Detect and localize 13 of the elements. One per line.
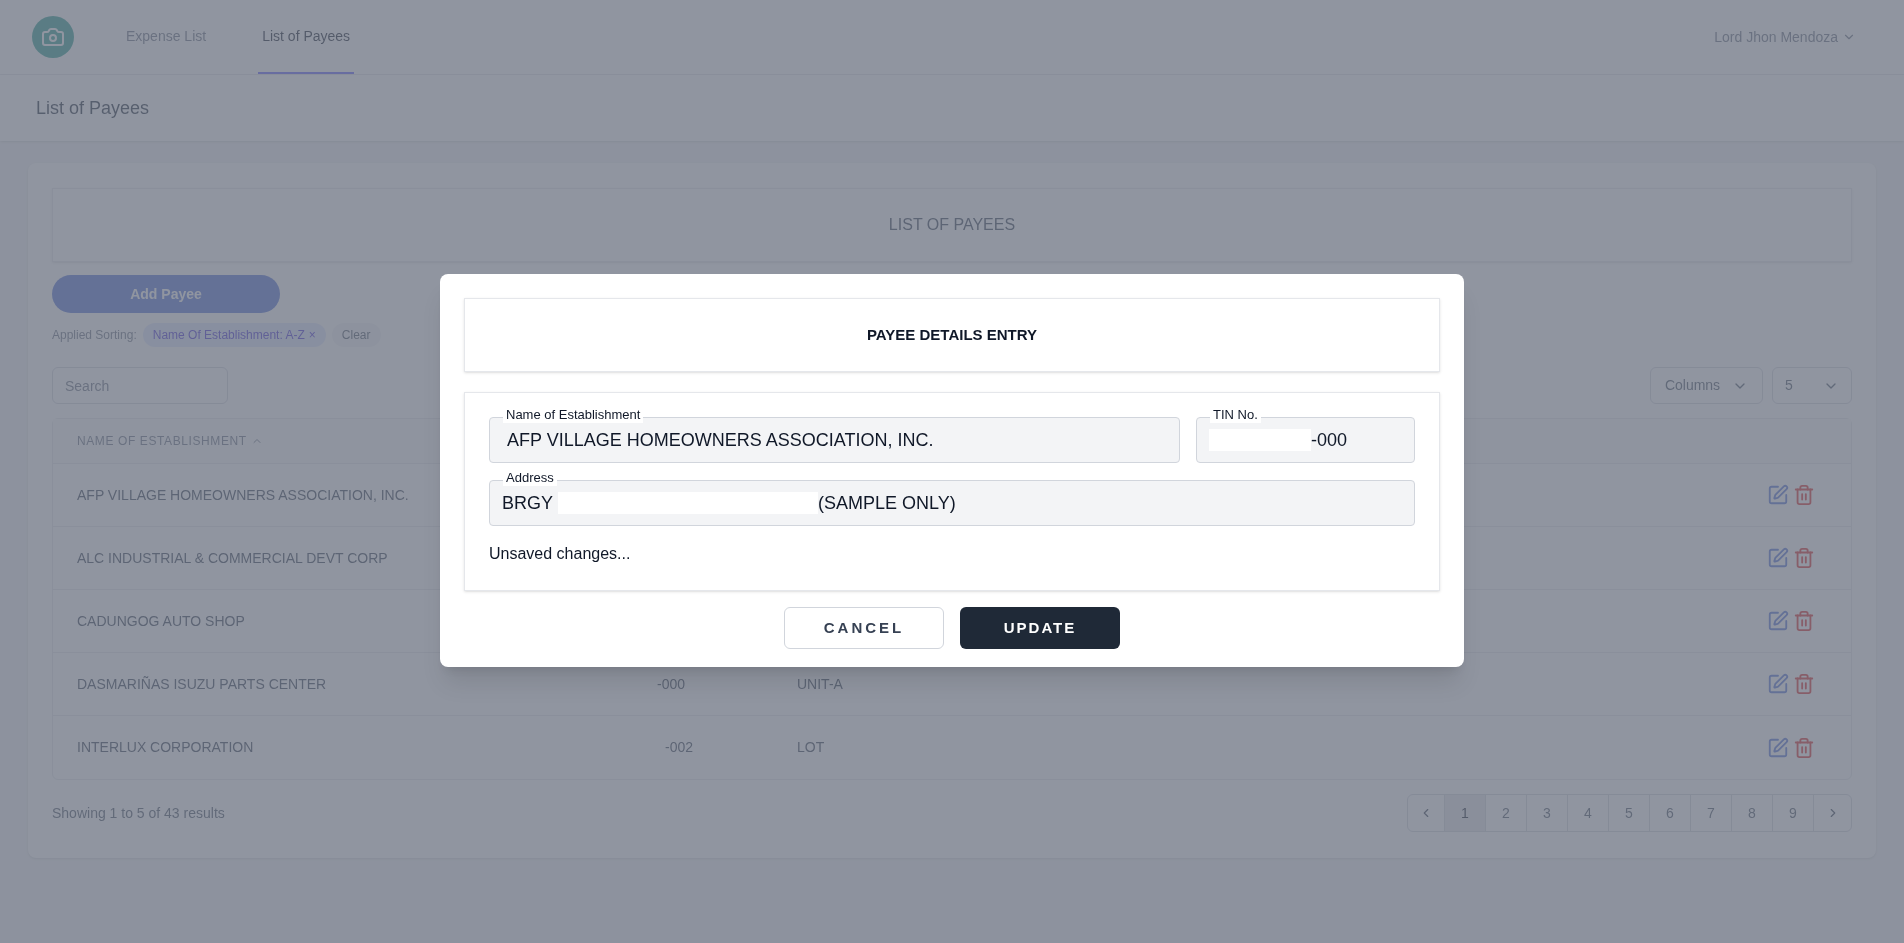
page-title: List of Payees [36,96,150,120]
field-value: (SAMPLE ONLY) [818,491,956,515]
field-label: Name of Establishment [503,407,644,423]
cancel-button[interactable]: CANCEL [784,607,944,649]
update-button[interactable]: UPDATE [960,607,1120,649]
status-text: Unsaved changes... [489,544,632,564]
field-value: -000 [1311,428,1348,452]
field-label: Address [503,470,557,486]
field-label: TIN No. [1210,407,1261,423]
remove-chip-button[interactable]: × [308,326,316,344]
field-value: BRGY [502,491,553,515]
field-value: AFP VILLAGE HOMEOWNERS ASSOCIATION, INC. [507,428,934,452]
modal-title: PAYEE DETAILS ENTRY [866,324,1037,345]
